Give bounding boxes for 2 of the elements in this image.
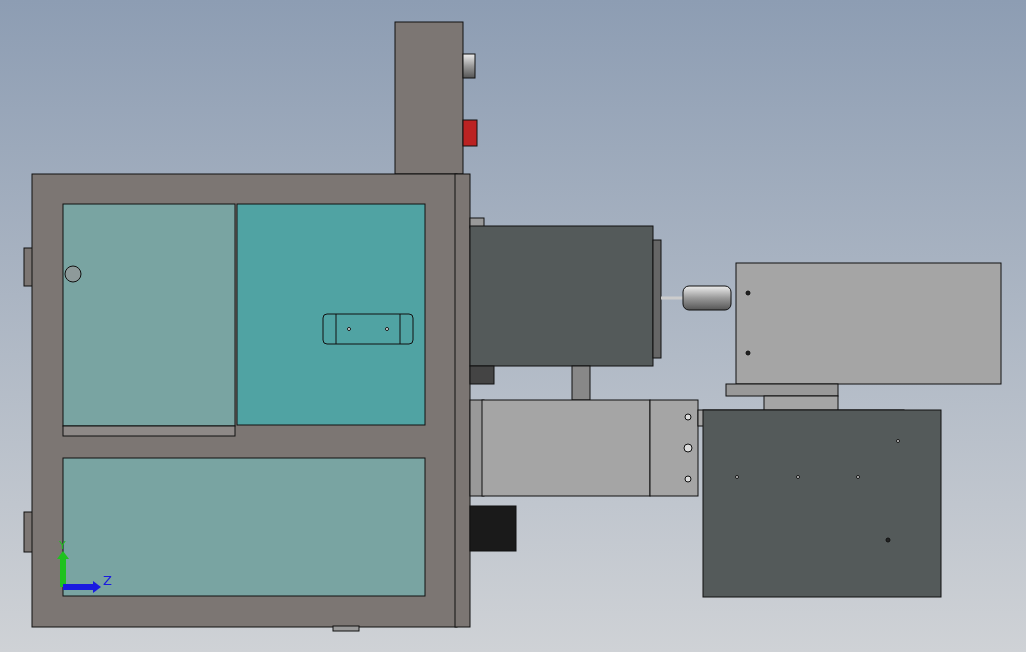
- axis-label: Y: [59, 539, 66, 552]
- axis-label: Z: [103, 573, 112, 588]
